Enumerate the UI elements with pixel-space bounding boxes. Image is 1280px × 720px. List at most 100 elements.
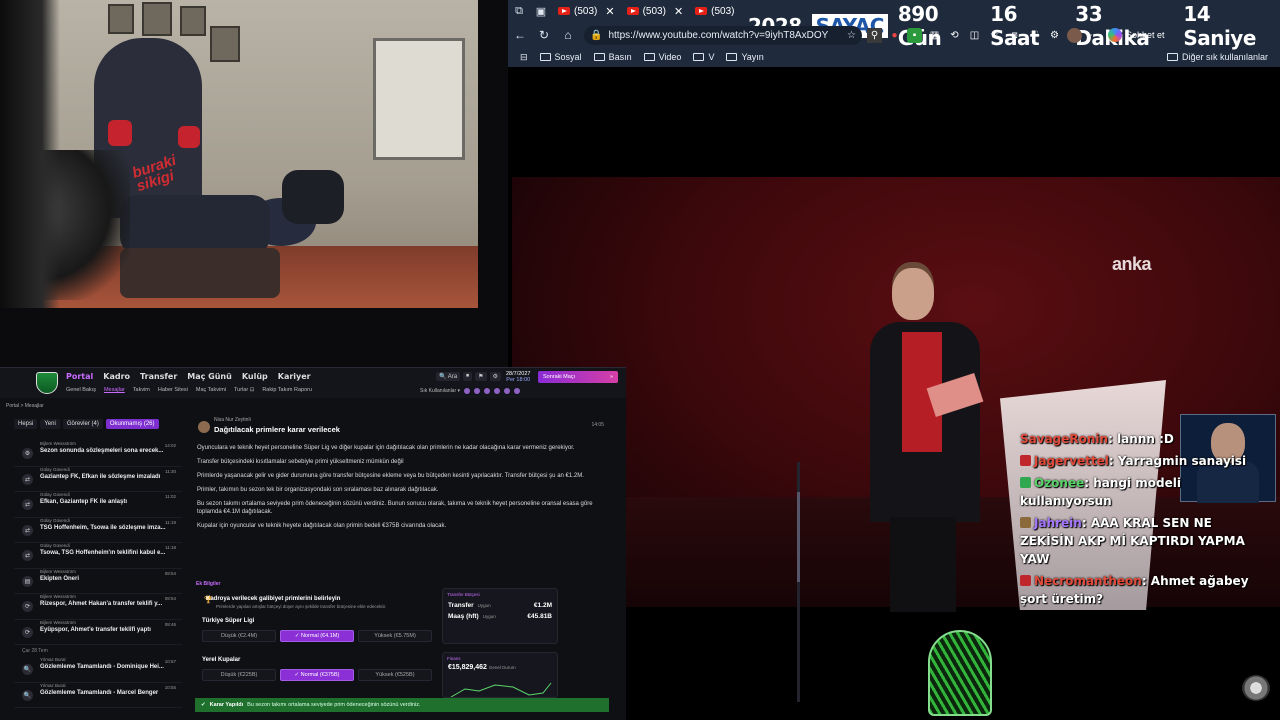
message-type-icon: ⇄: [22, 524, 33, 536]
message-list-item[interactable]: ⇄ Gülay Güvendi TSG Hoffenheim, Tsowa ile …: [14, 518, 182, 543]
split-screen-icon[interactable]: ◫: [967, 28, 982, 43]
nav-transfer[interactable]: Transfer: [140, 372, 177, 381]
tab-actions-icon[interactable]: ▣: [530, 1, 552, 21]
close-tab-icon[interactable]: ✕: [674, 5, 683, 18]
shortcut-icon[interactable]: [514, 388, 521, 394]
league-bonus-options: Düşük (€2.4M) ✓ Normal (€4.1M) Yüksek (€…: [202, 630, 432, 642]
message-type-icon: ⟳: [22, 601, 33, 612]
message-list-item[interactable]: ⇄ Gülay Güvendi Efkan, Gaziantep FK ile an…: [14, 492, 182, 518]
transfer-budget-row: Transfer Uygun €1.2M: [448, 602, 552, 609]
subnav-turlar[interactable]: Turlar ⊡: [234, 387, 254, 393]
favorites-icon[interactable]: ☆: [987, 28, 1002, 43]
bookmark-folder[interactable]: Sosyal: [539, 52, 582, 62]
bookmark-folder[interactable]: Video: [643, 52, 681, 62]
shortcut-icon[interactable]: [464, 388, 471, 394]
back-icon[interactable]: ←: [508, 25, 532, 45]
nav-kadro[interactable]: Kadro: [103, 372, 130, 381]
filter-all[interactable]: Hepsi: [14, 419, 38, 429]
message-list-item[interactable]: ⟳ Bijlem Wessström Rizespor, Ahmet Hakan'a…: [14, 594, 182, 620]
extension-icon[interactable]: ⚲: [867, 27, 882, 43]
more-menu-icon[interactable]: ⋯: [1087, 28, 1102, 43]
favorites-row: Sık Kullanılanlar ▾: [420, 388, 521, 394]
favorite-star-icon[interactable]: ☆: [847, 30, 856, 41]
message-list-item[interactable]: ▤ Bijlem Wessström Ekipten Öneri 08:54: [14, 569, 182, 594]
league-high-option[interactable]: Yüksek (€5.75M): [358, 630, 432, 642]
extension-icon[interactable]: ▪: [907, 27, 922, 43]
other-bookmarks[interactable]: Diğer sık kullanılanlar: [1166, 48, 1268, 66]
message-list-item[interactable]: ⇄ Gülay Güvendi Tsowa, TSG Hoffenheim'ın t…: [14, 543, 182, 569]
forward-icon: »: [609, 374, 613, 380]
message-time: 11:19: [165, 519, 176, 525]
workspaces-icon[interactable]: ⧉: [508, 1, 530, 21]
close-tab-icon[interactable]: ✕: [605, 5, 614, 18]
flag-button[interactable]: ⚑: [475, 372, 487, 381]
collections-icon[interactable]: ⧈: [1007, 28, 1022, 43]
cup-heading: Yerel Kupalar: [202, 657, 241, 663]
filter-tasks[interactable]: Görevler (4): [62, 419, 103, 429]
bookmark-folder[interactable]: Basın: [593, 52, 632, 62]
game-date: 28/7/2027 Per 18:00: [506, 371, 531, 383]
extension-icon[interactable]: ●: [887, 28, 902, 43]
bookmark-folder[interactable]: Yayın: [726, 52, 764, 62]
chat-text: lannn :D: [1117, 432, 1174, 446]
bookmarks-bar: ⊟ Sosyal Basın Video V Yayın Diğer sık k…: [508, 48, 1280, 66]
shortcut-icon[interactable]: [504, 388, 511, 394]
message-paragraph: Bu sezon takımı ortalama seviyede prim ö…: [197, 501, 593, 515]
nav-portal[interactable]: Portal: [66, 372, 93, 381]
chat-username: SavageRonin: [1020, 432, 1109, 446]
message-scrollbar[interactable]: [797, 462, 800, 702]
subnav-takvim[interactable]: Takvim: [133, 387, 150, 393]
cup-low-option[interactable]: Düşük (€225B): [202, 669, 276, 681]
message-list-item[interactable]: ⚙ Bijlem Wessström Sezon sonunda sözleşmel…: [14, 441, 182, 467]
subnav-mesajlar[interactable]: Mesajlar: [104, 387, 125, 393]
search-button[interactable]: 🔍 Ara: [436, 372, 461, 381]
browser-essentials-icon[interactable]: ♡: [1027, 28, 1042, 43]
club-crest[interactable]: [36, 372, 58, 394]
message-list-item[interactable]: ⟳ Bijlem Wessström Eyüpspor, Ahmet'e trans…: [14, 620, 182, 645]
subnav-genel-bakis[interactable]: Genel Bakış: [66, 387, 96, 393]
message-time: 11:18: [165, 545, 176, 550]
subnav-haber-sitesi[interactable]: Haber Sitesi: [158, 387, 188, 393]
subnav-rakip-raporu[interactable]: Rakip Takım Raporu: [262, 387, 312, 393]
bookmark-folder[interactable]: V: [693, 52, 714, 62]
shortcut-icon[interactable]: [484, 388, 491, 394]
message-list-item[interactable]: ⇄ Gülay Güvendi Gaziantep FK, Efkan ile sö…: [14, 467, 182, 492]
cup-high-option[interactable]: Yüksek (€525B): [358, 669, 432, 681]
subnav-mac-takvimi[interactable]: Maç Takvimi: [196, 387, 226, 393]
message-list-item[interactable]: 🔍 Yılmaz Bural Gözlemleme Tamamlandı - Dom…: [14, 657, 182, 683]
home-icon[interactable]: ⌂: [556, 25, 580, 45]
filter-unread[interactable]: Okunmamış (26): [105, 419, 159, 429]
league-low-option[interactable]: Düşük (€2.4M): [202, 630, 276, 642]
url-input[interactable]: 🔒 https://www.youtube.com/watch?v=9iyhT8…: [584, 25, 862, 45]
settings-button[interactable]: ⚙: [489, 372, 501, 381]
bookmarks-menu-icon[interactable]: ⊟: [520, 52, 528, 63]
filter-new[interactable]: Yeni: [40, 419, 60, 429]
continue-button[interactable]: Sonraki Maçı»: [538, 371, 618, 383]
extension-icon[interactable]: ⟲: [947, 28, 962, 43]
cup-normal-option[interactable]: ✓ Normal (€375B): [280, 669, 354, 681]
nav-kulup[interactable]: Kulüp: [242, 372, 268, 381]
browser-tab[interactable]: (503) ✕: [621, 1, 690, 21]
browser-tab[interactable]: (503): [689, 1, 740, 21]
chat-badge-icon: [1020, 517, 1031, 528]
desktop: burakisikigi ⧉ ▣ (503)✕ (503)✕ (503) 202…: [0, 0, 1280, 720]
shortcut-icon[interactable]: [474, 388, 481, 394]
nav-mac-gunu[interactable]: Maç Günü: [187, 372, 232, 381]
nav-kariyer[interactable]: Kariyer: [278, 372, 311, 381]
favorites-dropdown[interactable]: Sık Kullanılanlar ▾: [420, 388, 460, 394]
message-list-item[interactable]: 🔍 Yılmaz Bural Gözlemleme Tamamlandı - Mar…: [14, 683, 182, 708]
wage-budget-row: Maaş (hft) Uygun €45.81B: [448, 613, 552, 620]
profile-avatar[interactable]: [1067, 27, 1082, 43]
folder-icon: [539, 53, 551, 61]
refresh-icon[interactable]: ↻: [532, 25, 556, 45]
league-normal-option[interactable]: ✓ Normal (€4.1M): [280, 630, 354, 642]
extension-icon[interactable]: ▥: [927, 28, 942, 43]
shortcut-icon[interactable]: [494, 388, 501, 394]
copilot-chat-button[interactable]: Sohbet et: [1108, 28, 1165, 42]
message-type-icon: ⇄: [22, 550, 33, 561]
browser-tab[interactable]: (503) ✕: [552, 1, 621, 21]
extensions-icon[interactable]: ⚙: [1047, 28, 1062, 43]
message-time: 11:02: [165, 494, 176, 499]
speaker-figure: [870, 262, 980, 612]
stop-button[interactable]: ⏹: [463, 372, 473, 381]
